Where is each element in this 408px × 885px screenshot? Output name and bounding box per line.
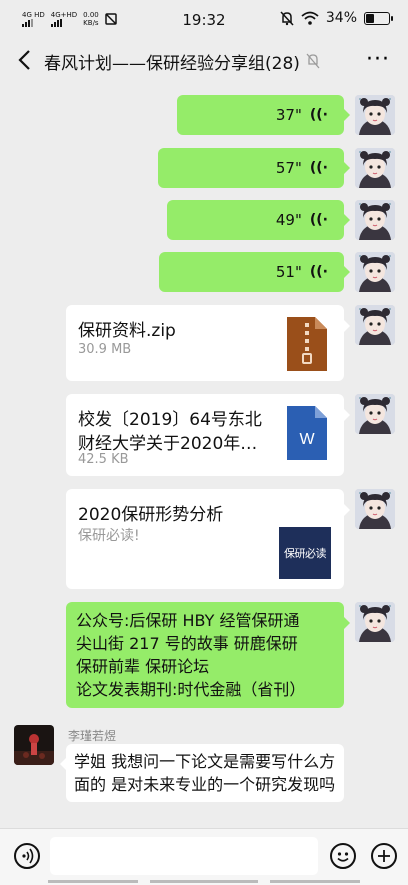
file-name: 校发〔2019〕64号东北财经大学关于2020年… bbox=[78, 410, 262, 454]
my-avatar[interactable] bbox=[355, 200, 395, 240]
my-avatar[interactable] bbox=[355, 489, 395, 529]
text-message-received[interactable]: 学姐 我想问一下论文是需要写什么方面的 是对未来专业的一个研究发现吗 bbox=[60, 744, 344, 802]
input-bar bbox=[0, 828, 408, 885]
back-arrow-icon[interactable] bbox=[14, 48, 36, 72]
voice-message[interactable]: 49" ((· bbox=[167, 200, 350, 240]
voice-duration: 49" bbox=[275, 211, 302, 229]
voice-message[interactable]: 57" ((· bbox=[158, 148, 350, 188]
nav-bar-segment bbox=[150, 880, 258, 883]
status-right: 34% bbox=[280, 10, 393, 26]
mute-bell-icon bbox=[280, 10, 294, 26]
sender-avatar[interactable] bbox=[14, 725, 54, 765]
my-avatar[interactable] bbox=[355, 305, 395, 345]
nav-bar-segment bbox=[270, 880, 360, 883]
word-icon-letter: W bbox=[299, 431, 315, 448]
file-size: 30.9 MB bbox=[78, 342, 132, 357]
my-avatar[interactable] bbox=[355, 394, 395, 434]
word-file-icon: W bbox=[287, 406, 327, 460]
more-options-button[interactable]: ··· bbox=[366, 47, 390, 72]
link-description: 保研必读! bbox=[78, 528, 140, 544]
link-title: 2020保研形势分析 bbox=[78, 505, 224, 525]
my-avatar[interactable] bbox=[355, 252, 395, 292]
status-bar: 4G HD 4G+HD 0.00 KB/s 19:32 34% bbox=[0, 0, 408, 40]
sender-name: 李瑾若煜 bbox=[68, 729, 117, 743]
file-size: 42.5 KB bbox=[78, 452, 129, 467]
voice-message[interactable]: 37" ((· bbox=[177, 95, 350, 135]
file-name: 保研资料.zip bbox=[78, 321, 176, 341]
link-card-message[interactable]: 2020保研形势分析 保研必读! 保研必读 bbox=[66, 489, 350, 589]
voice-input-button[interactable] bbox=[14, 843, 40, 869]
text-message-sent[interactable]: 公众号:后保研 HBY 经管保研通 尖山街 217 号的故事 研鹿保研 保研前辈… bbox=[66, 602, 350, 708]
link-thumbnail-text: 保研必读 bbox=[284, 547, 327, 560]
emoji-button[interactable] bbox=[330, 843, 356, 869]
voice-duration: 57" bbox=[275, 159, 302, 177]
my-avatar[interactable] bbox=[355, 148, 395, 188]
voice-wave-icon: ((· bbox=[309, 264, 328, 280]
battery-icon bbox=[364, 11, 393, 25]
my-avatar[interactable] bbox=[355, 602, 395, 642]
voice-wave-icon: ((· bbox=[309, 107, 328, 123]
voice-wave-icon: ((· bbox=[309, 212, 328, 228]
message-input[interactable] bbox=[50, 837, 318, 875]
file-message-zip[interactable]: 保研资料.zip 30.9 MB bbox=[66, 305, 350, 381]
voice-wave-icon: ((· bbox=[309, 160, 328, 176]
chat-header: 春风计划——保研经验分享组(28) ··· bbox=[0, 40, 408, 82]
emoji-icon bbox=[337, 852, 349, 862]
zip-file-icon bbox=[287, 317, 327, 371]
link-thumbnail: 保研必读 bbox=[279, 527, 331, 579]
voice-wave-icon bbox=[22, 848, 34, 864]
more-functions-button[interactable] bbox=[371, 843, 397, 869]
wifi-icon bbox=[301, 11, 319, 25]
battery-percent: 34% bbox=[325, 10, 357, 26]
file-message-doc[interactable]: 校发〔2019〕64号东北财经大学关于2020年… 42.5 KB W bbox=[66, 394, 350, 476]
my-avatar[interactable] bbox=[355, 95, 395, 135]
chat-title: 春风计划——保研经验分享组(28) bbox=[44, 54, 300, 74]
voice-duration: 37" bbox=[275, 106, 302, 124]
plus-icon bbox=[378, 850, 390, 862]
muted-bell-icon bbox=[306, 53, 320, 69]
voice-message[interactable]: 51" ((· bbox=[159, 252, 350, 292]
nav-bar-segment bbox=[48, 880, 138, 883]
battery-level bbox=[366, 13, 375, 23]
voice-duration: 51" bbox=[275, 263, 302, 281]
